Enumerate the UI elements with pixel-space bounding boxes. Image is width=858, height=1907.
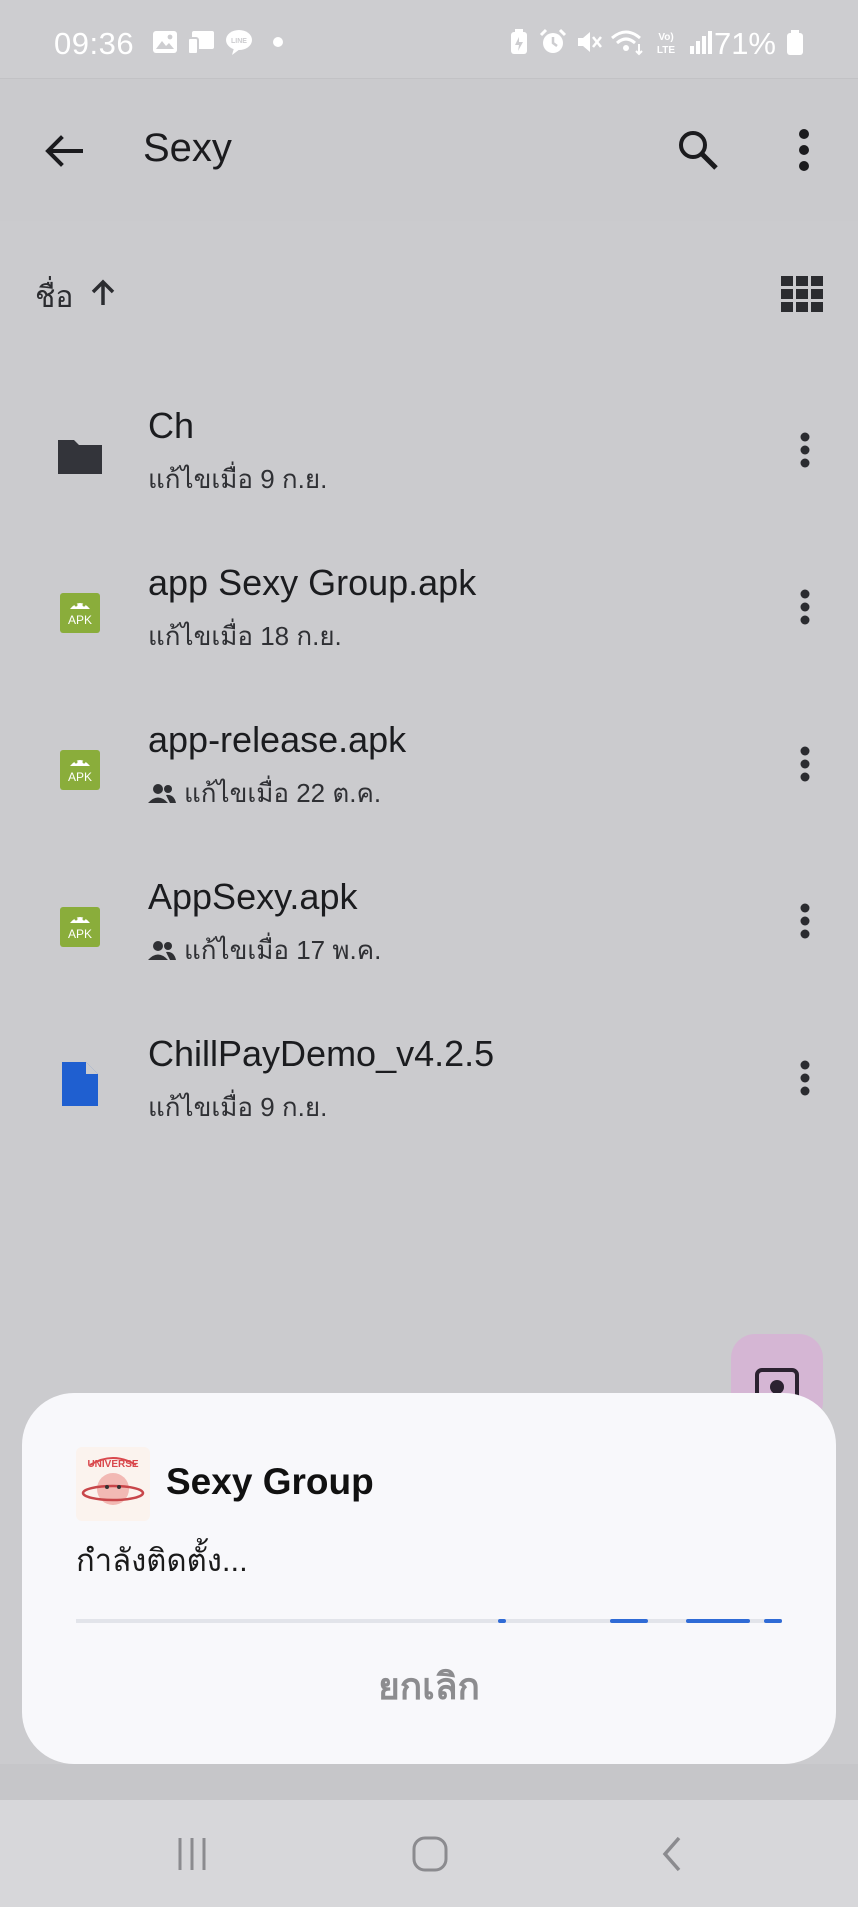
cast-icon <box>187 31 214 55</box>
volte-icon: Vo) LTE <box>657 32 675 56</box>
apk-badge: APK <box>68 927 92 941</box>
cancel-button[interactable]: ยกเลิก <box>322 1655 536 1719</box>
file-meta: แก้ไขเมื่อ 18 ก.ย. <box>148 616 342 657</box>
file-meta: แก้ไขเมื่อ 17 พ.ค. <box>148 930 381 971</box>
progress-segment <box>610 1619 648 1623</box>
item-more-button[interactable] <box>783 891 827 951</box>
search-button[interactable] <box>670 122 726 178</box>
svg-text:Vo): Vo) <box>658 32 673 43</box>
item-more-button[interactable] <box>783 577 827 637</box>
install-dialog: UNIVERSE Sexy Group กำลังติดตั้ง... ยกเล… <box>22 1393 836 1764</box>
recents-icon <box>178 1838 206 1870</box>
file-meta: แก้ไขเมื่อ 22 ต.ค. <box>148 773 381 814</box>
more-vert-icon <box>800 1060 810 1096</box>
app-bar <box>0 79 858 221</box>
apk-icon: APK <box>60 750 100 790</box>
battery-icon <box>787 30 803 55</box>
gallery-icon <box>153 31 177 53</box>
app-logo: UNIVERSE <box>76 1447 150 1521</box>
dot-icon <box>273 37 283 47</box>
progress-segment <box>764 1619 782 1623</box>
item-more-button[interactable] <box>783 734 827 794</box>
more-vert-icon <box>800 903 810 939</box>
arrow-up-icon <box>91 279 115 305</box>
file-name: Ch <box>148 405 195 446</box>
svg-text:LTE: LTE <box>657 45 675 56</box>
item-more-button[interactable] <box>783 1048 827 1108</box>
search-icon <box>679 131 718 170</box>
line-icon: LINE <box>226 30 252 55</box>
modified-date: แก้ไขเมื่อ 9 ก.ย. <box>148 464 328 494</box>
recents-button[interactable] <box>160 1822 224 1886</box>
back-chevron-icon <box>662 1836 681 1872</box>
battery-saver-icon <box>511 29 527 54</box>
apk-icon: APK <box>60 907 100 947</box>
alarm-icon <box>539 28 567 53</box>
more-options-button[interactable] <box>776 122 832 178</box>
more-vert-icon <box>800 746 810 782</box>
wifi-icon <box>611 30 643 56</box>
status-time: 09:36 <box>54 26 135 61</box>
scrim <box>0 1764 858 1800</box>
apk-badge: APK <box>68 770 92 784</box>
item-more-button[interactable] <box>783 420 827 480</box>
status-bar: 09:36 LINE Vo) LTE 71% <box>0 0 858 79</box>
sort-button[interactable]: ชื่อ <box>30 270 130 316</box>
more-vert-icon <box>800 432 810 468</box>
grid-view-button[interactable] <box>778 270 826 318</box>
apk-icon: APK <box>60 593 100 633</box>
battery-percent: 71% <box>713 26 776 61</box>
shared-people-icon <box>148 940 176 960</box>
file-name: AppSexy.apk <box>148 876 358 917</box>
dialog-app-name: Sexy Group <box>166 1461 374 1502</box>
install-progress-bar <box>76 1619 782 1623</box>
shared-people-icon <box>148 783 176 803</box>
file-meta: แก้ไขเมื่อ 9 ก.ย. <box>148 459 327 500</box>
file-name: ChillPayDemo_v4.2.5 <box>148 1033 495 1074</box>
modified-date: แก้ไขเมื่อ 18 ก.ย. <box>148 621 342 651</box>
modified-date: แก้ไขเมื่อ 17 พ.ค. <box>184 935 382 965</box>
back-button[interactable] <box>36 123 92 179</box>
list-item[interactable]: Ch แก้ไขเมื่อ 9 ก.ย. <box>0 390 858 546</box>
page-title: Sexy <box>143 126 232 170</box>
more-vert-icon <box>799 129 809 171</box>
home-button[interactable] <box>398 1822 462 1886</box>
modified-date: แก้ไขเมื่อ 9 ก.ย. <box>148 1092 328 1122</box>
file-meta: แก้ไขเมื่อ 9 ก.ย. <box>148 1087 327 1128</box>
list-item[interactable]: APK app-release.apk แก้ไขเมื่อ 22 ต.ค. <box>0 704 858 860</box>
back-nav-button[interactable] <box>640 1822 704 1886</box>
svg-text:LINE: LINE <box>231 38 247 45</box>
list-item[interactable]: ChillPayDemo_v4.2.5 แก้ไขเมื่อ 9 ก.ย. <box>0 1018 858 1174</box>
list-item[interactable]: APK AppSexy.apk แก้ไขเมื่อ 17 พ.ค. <box>0 861 858 1017</box>
modified-date: แก้ไขเมื่อ 22 ต.ค. <box>184 778 382 808</box>
document-icon <box>62 1062 98 1106</box>
sort-label: ชื่อ <box>35 281 74 314</box>
file-name: app Sexy Group.apk <box>148 562 477 603</box>
grid-view-icon <box>781 276 823 312</box>
logo-text: UNIVERSE <box>87 1459 138 1470</box>
progress-segment <box>498 1619 506 1623</box>
signal-icon <box>690 31 712 54</box>
apk-badge: APK <box>68 613 92 627</box>
mute-icon <box>578 32 602 52</box>
back-arrow-icon <box>45 135 83 167</box>
folder-icon <box>58 440 102 474</box>
install-status: กำลังติดตั้ง... <box>76 1543 248 1578</box>
home-icon <box>412 1836 448 1872</box>
file-name: app-release.apk <box>148 719 407 760</box>
progress-segment <box>686 1619 750 1623</box>
more-vert-icon <box>800 589 810 625</box>
list-item[interactable]: APK app Sexy Group.apk แก้ไขเมื่อ 18 ก.ย… <box>0 547 858 703</box>
navigation-bar <box>0 1800 858 1907</box>
